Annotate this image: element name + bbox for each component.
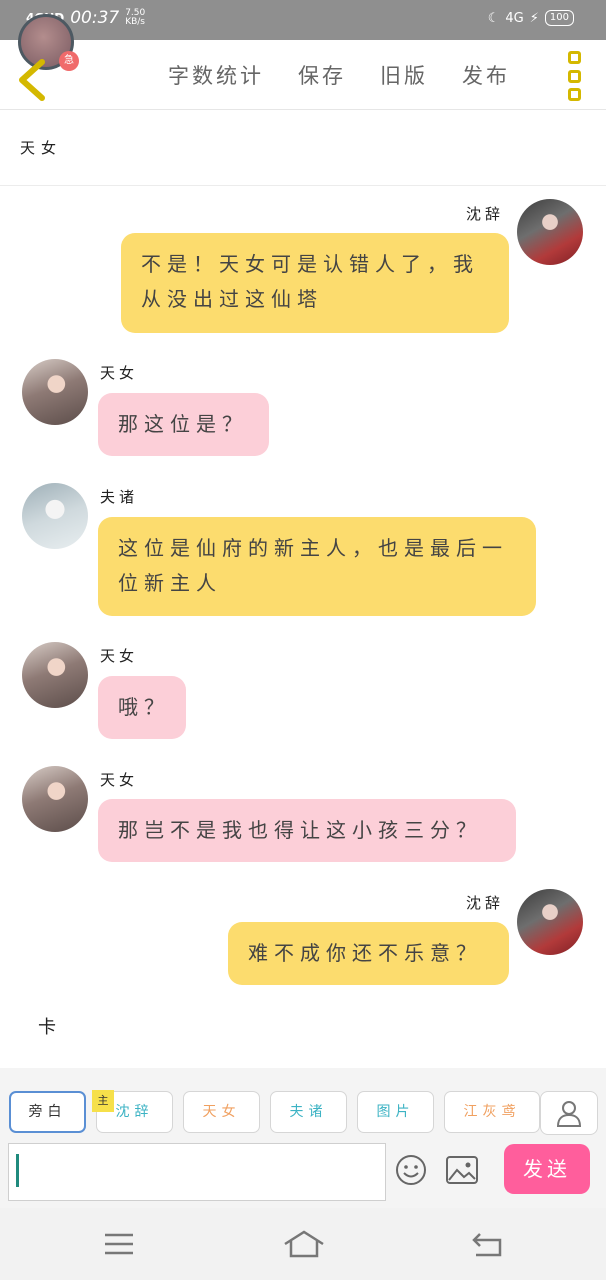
- net-speed: 7.50 KB/s: [125, 8, 146, 27]
- message-bubble[interactable]: 哦？: [98, 676, 186, 739]
- character-tian-nv[interactable]: 天女: [183, 1091, 260, 1133]
- clock: 00:37: [70, 8, 120, 28]
- shen-ci-avatar[interactable]: [517, 889, 583, 955]
- right-network: 4G: [505, 10, 524, 26]
- message-bubble[interactable]: 难不成你还不乐意？: [228, 922, 509, 985]
- more-dot-icon: [567, 51, 581, 64]
- tian-nv-avatar[interactable]: [22, 359, 88, 425]
- character-fu-zhu[interactable]: 夫诸: [270, 1091, 347, 1133]
- main-character-tag: 主: [92, 1090, 114, 1112]
- character-jiang-hui-yuan[interactable]: 江灰鸢: [444, 1091, 540, 1133]
- status-bar: 4GHD 00:37 7.50KB/s ☾ 4G ⚡ 100: [0, 0, 606, 40]
- message-bubble[interactable]: 那岂不是我也得让这小孩三分？: [98, 799, 516, 862]
- message-bubble[interactable]: 不是！天女可是认错人了，我从没出过这仙塔: [121, 233, 509, 333]
- input-row: 发送: [0, 1140, 606, 1208]
- editor-toolbar: 急 字数统计 保存 旧版 发布: [0, 14, 606, 110]
- more-options-button[interactable]: [566, 51, 582, 101]
- character-narrator[interactable]: 旁白: [9, 1091, 86, 1133]
- emoji-icon[interactable]: [395, 1154, 427, 1186]
- chat-area: 沈辞 不是！天女可是认错人了，我从没出过这仙塔 天女 那这位是？ 夫诸 这位是仙…: [0, 187, 606, 1067]
- moon-icon: ☾: [487, 10, 500, 26]
- character-manage-button[interactable]: [540, 1091, 598, 1135]
- more-dot-icon: [567, 69, 581, 83]
- message-bubble[interactable]: 那这位是？: [98, 393, 269, 456]
- back-arrow-icon: [19, 59, 45, 101]
- message-bubble[interactable]: 这位是仙府的新主人，也是最后一位新主人: [98, 517, 536, 616]
- speaker-name: 天女: [100, 647, 139, 665]
- tian-nv-avatar[interactable]: [22, 642, 88, 708]
- back-nav-icon[interactable]: [472, 1230, 504, 1258]
- speaker-name: 夫诸: [100, 488, 139, 506]
- send-button[interactable]: 发送: [504, 1144, 590, 1194]
- battery-indicator: 100: [544, 10, 574, 26]
- tian-nv-avatar[interactable]: [22, 766, 88, 832]
- shen-ci-avatar[interactable]: [517, 199, 583, 265]
- speaker-name: 沈辞: [466, 205, 505, 223]
- back-button[interactable]: [12, 54, 60, 102]
- speaker-name: 天女: [100, 771, 139, 789]
- message-input[interactable]: [8, 1143, 386, 1201]
- speaker-name: 沈辞: [466, 894, 505, 912]
- urgent-badge: 急: [59, 51, 79, 71]
- toolbar-menu: 字数统计 保存 旧版 发布: [168, 60, 510, 90]
- word-count-button[interactable]: 字数统计: [168, 60, 264, 90]
- person-icon: [556, 1101, 582, 1127]
- menu-icon[interactable]: [103, 1230, 135, 1258]
- image-icon[interactable]: [446, 1156, 478, 1184]
- charging-icon: ⚡: [529, 10, 539, 26]
- fu-zhu-avatar[interactable]: [22, 483, 88, 549]
- publish-button[interactable]: 发布: [462, 60, 510, 90]
- chapter-title-bar[interactable]: 天女: [0, 111, 606, 186]
- save-button[interactable]: 保存: [298, 60, 346, 90]
- home-icon[interactable]: [283, 1230, 325, 1258]
- more-dot-icon: [567, 88, 581, 101]
- speaker-name: 天女: [100, 364, 139, 382]
- character-picture[interactable]: 图片: [357, 1091, 434, 1133]
- text-caret: [16, 1154, 19, 1187]
- character-selector: 旁白 沈辞 天女 夫诸 图片 江灰鸢: [0, 1068, 606, 1140]
- narration-text[interactable]: 卡: [38, 1013, 56, 1039]
- chapter-title: 天女: [20, 139, 63, 157]
- system-nav-bar: [0, 1208, 606, 1280]
- old-version-button[interactable]: 旧版: [380, 60, 428, 90]
